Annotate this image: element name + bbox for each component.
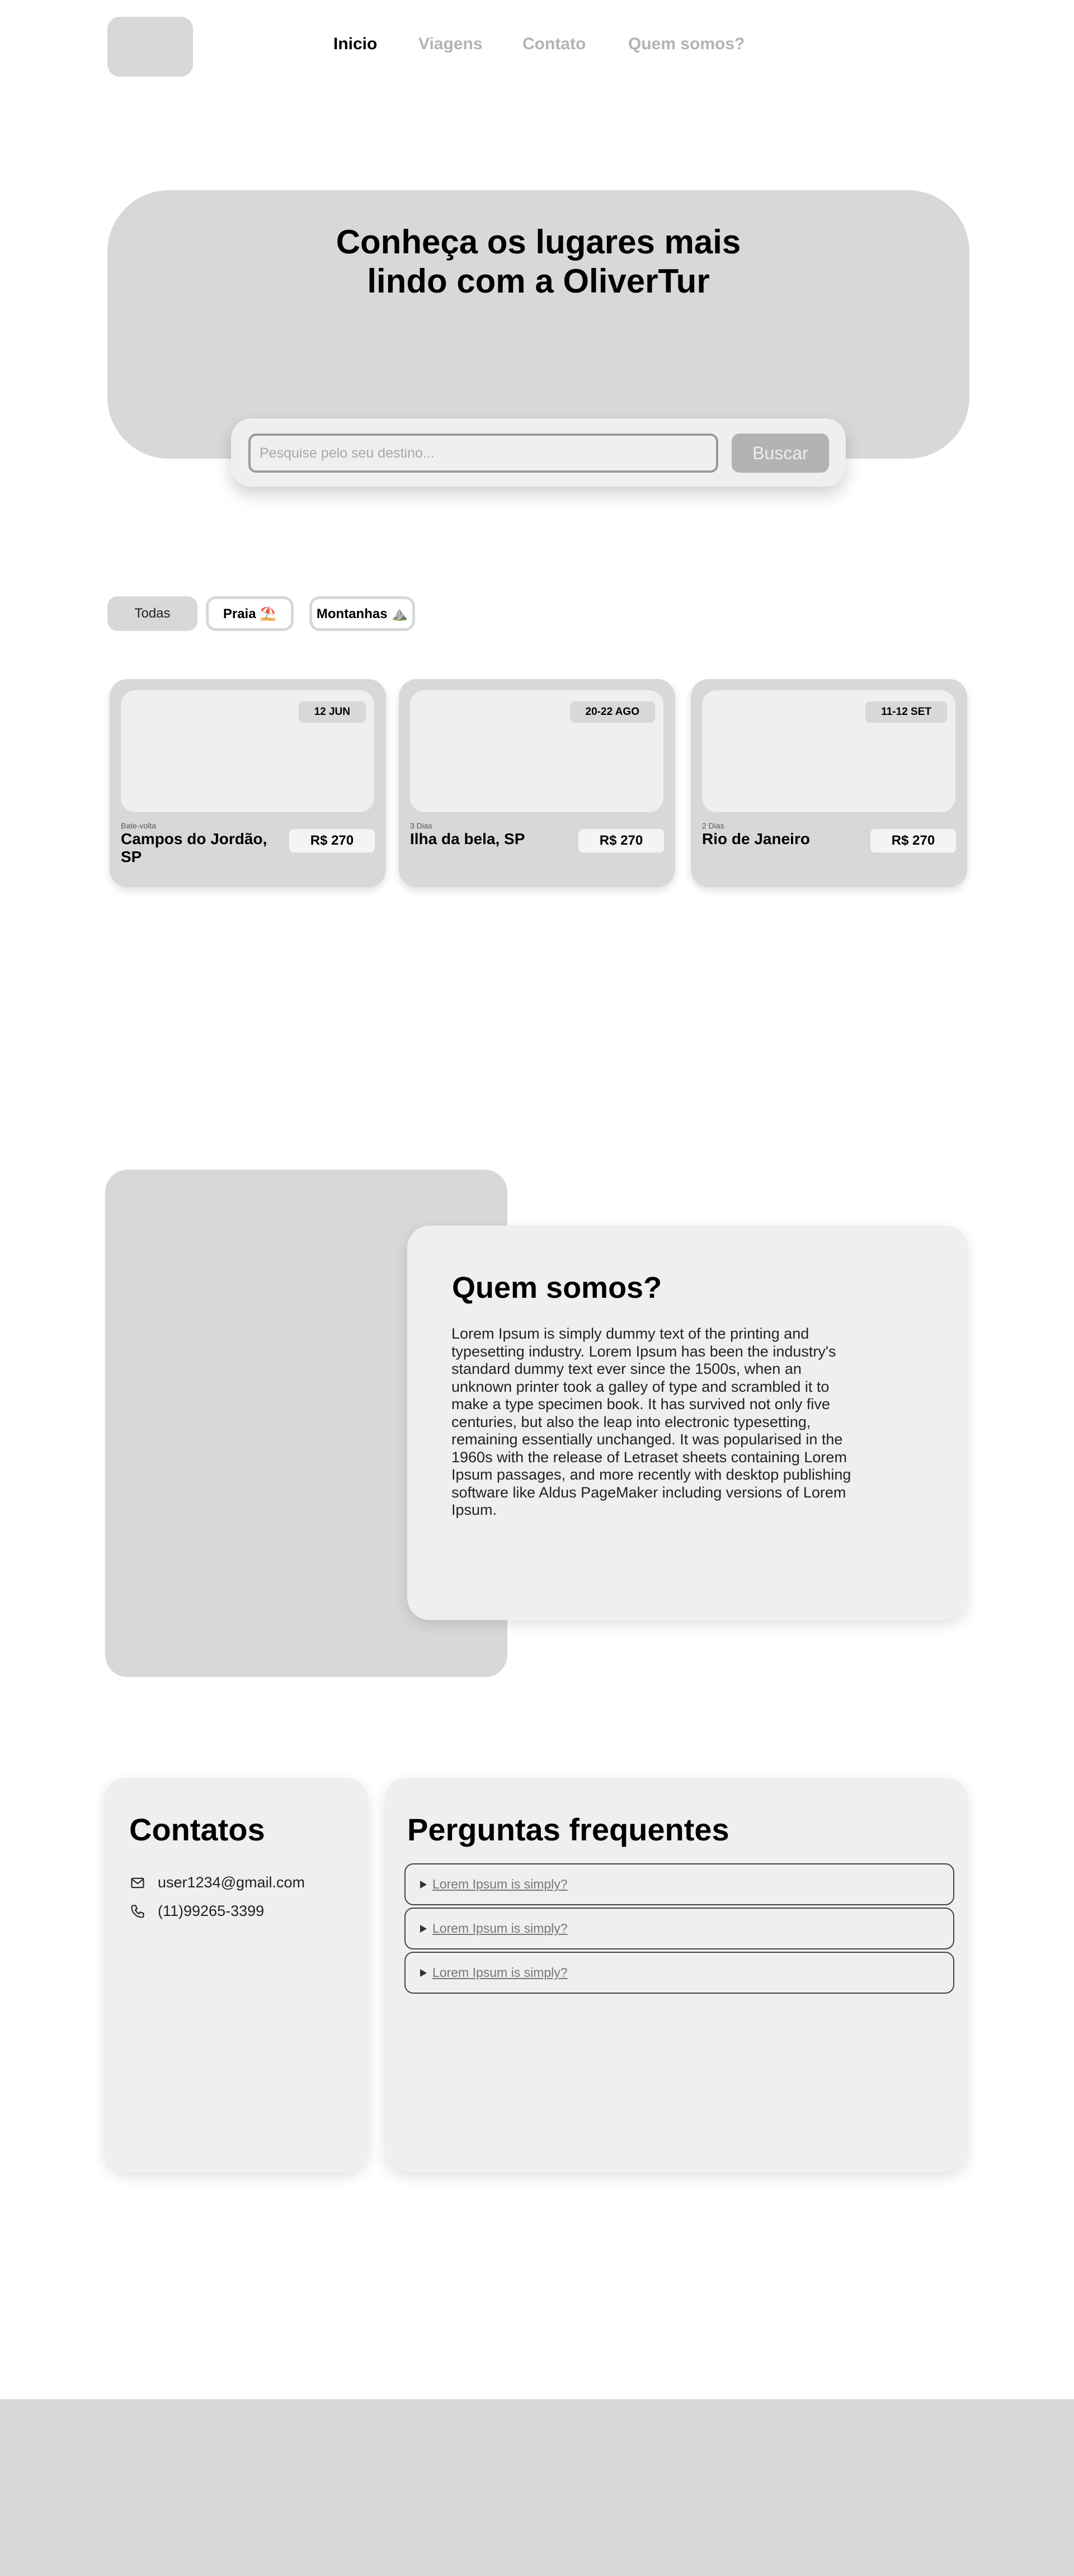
faq-question[interactable]: Lorem Ipsum is simply? [432,1965,568,1980]
faq-item[interactable]: Lorem Ipsum is simply? [404,1863,954,1905]
trip-name: Ilha da bela, SP [410,830,525,847]
trip-date-badge: 11-12 SET [865,701,947,723]
search-button[interactable]: Buscar [732,434,829,473]
search-input[interactable] [248,434,718,473]
contacts-title: Contatos [129,1812,265,1847]
trip-duration: 2 Dias [702,821,724,830]
filter-todas[interactable]: Todas [107,596,197,631]
trip-card[interactable]: 20-22 AGO 3 Dias Ilha da bela, SP R$ 270 [399,679,675,887]
caret-right-icon [420,1924,427,1933]
filter-montanhas[interactable]: Montanhas ⛰️ [309,596,415,631]
contact-phone[interactable]: (11)99265-3399 [158,1902,264,1920]
trip-name: Campos do Jordão, SP [121,830,267,865]
contact-email[interactable]: user1234@gmail.com [158,1874,305,1891]
trip-date-badge: 12 JUN [298,701,366,723]
hero-title: Conheça os lugares mais lindo com a Oliv… [336,223,741,300]
phone-icon [131,1904,144,1918]
trip-duration: 3 Dias [410,821,432,830]
nav-contato[interactable]: Contato [522,35,586,54]
caret-right-icon [420,1969,427,1977]
trip-price: R$ 270 [870,829,956,853]
caret-right-icon [420,1880,427,1889]
faq-item[interactable]: Lorem Ipsum is simply? [404,1908,954,1949]
faq-question[interactable]: Lorem Ipsum is simply? [432,1921,568,1936]
trip-name: Rio de Janeiro [702,830,810,847]
faq-title: Perguntas frequentes [407,1812,729,1847]
mail-icon [131,1877,144,1888]
contact-email-row[interactable]: user1234@gmail.com [130,1874,305,1891]
trip-price: R$ 270 [578,829,664,853]
nav-inicio[interactable]: Inicio [333,35,377,54]
footer [0,2399,1074,2576]
nav-quem-somos[interactable]: Quem somos? [628,35,745,54]
filter-praia[interactable]: Praia ⛱️ [206,596,294,631]
trip-date-badge: 20-22 AGO [569,701,655,723]
about-text: Lorem Ipsum is simply dummy text of the … [451,1325,851,1518]
trip-card[interactable]: 11-12 SET 2 Dias Rio de Janeiro R$ 270 [691,679,967,887]
logo[interactable] [107,17,193,77]
trip-card[interactable]: 12 JUN Bate-volta Campos do Jordão, SP R… [110,679,386,887]
trip-price: R$ 270 [289,829,375,853]
trip-duration: Bate-volta [121,821,157,830]
faq-question[interactable]: Lorem Ipsum is simply? [432,1877,568,1892]
about-title: Quem somos? [452,1271,662,1305]
contact-phone-row[interactable]: (11)99265-3399 [130,1902,264,1920]
nav-viagens[interactable]: Viagens [418,35,483,54]
faq-item[interactable]: Lorem Ipsum is simply? [404,1952,954,1994]
